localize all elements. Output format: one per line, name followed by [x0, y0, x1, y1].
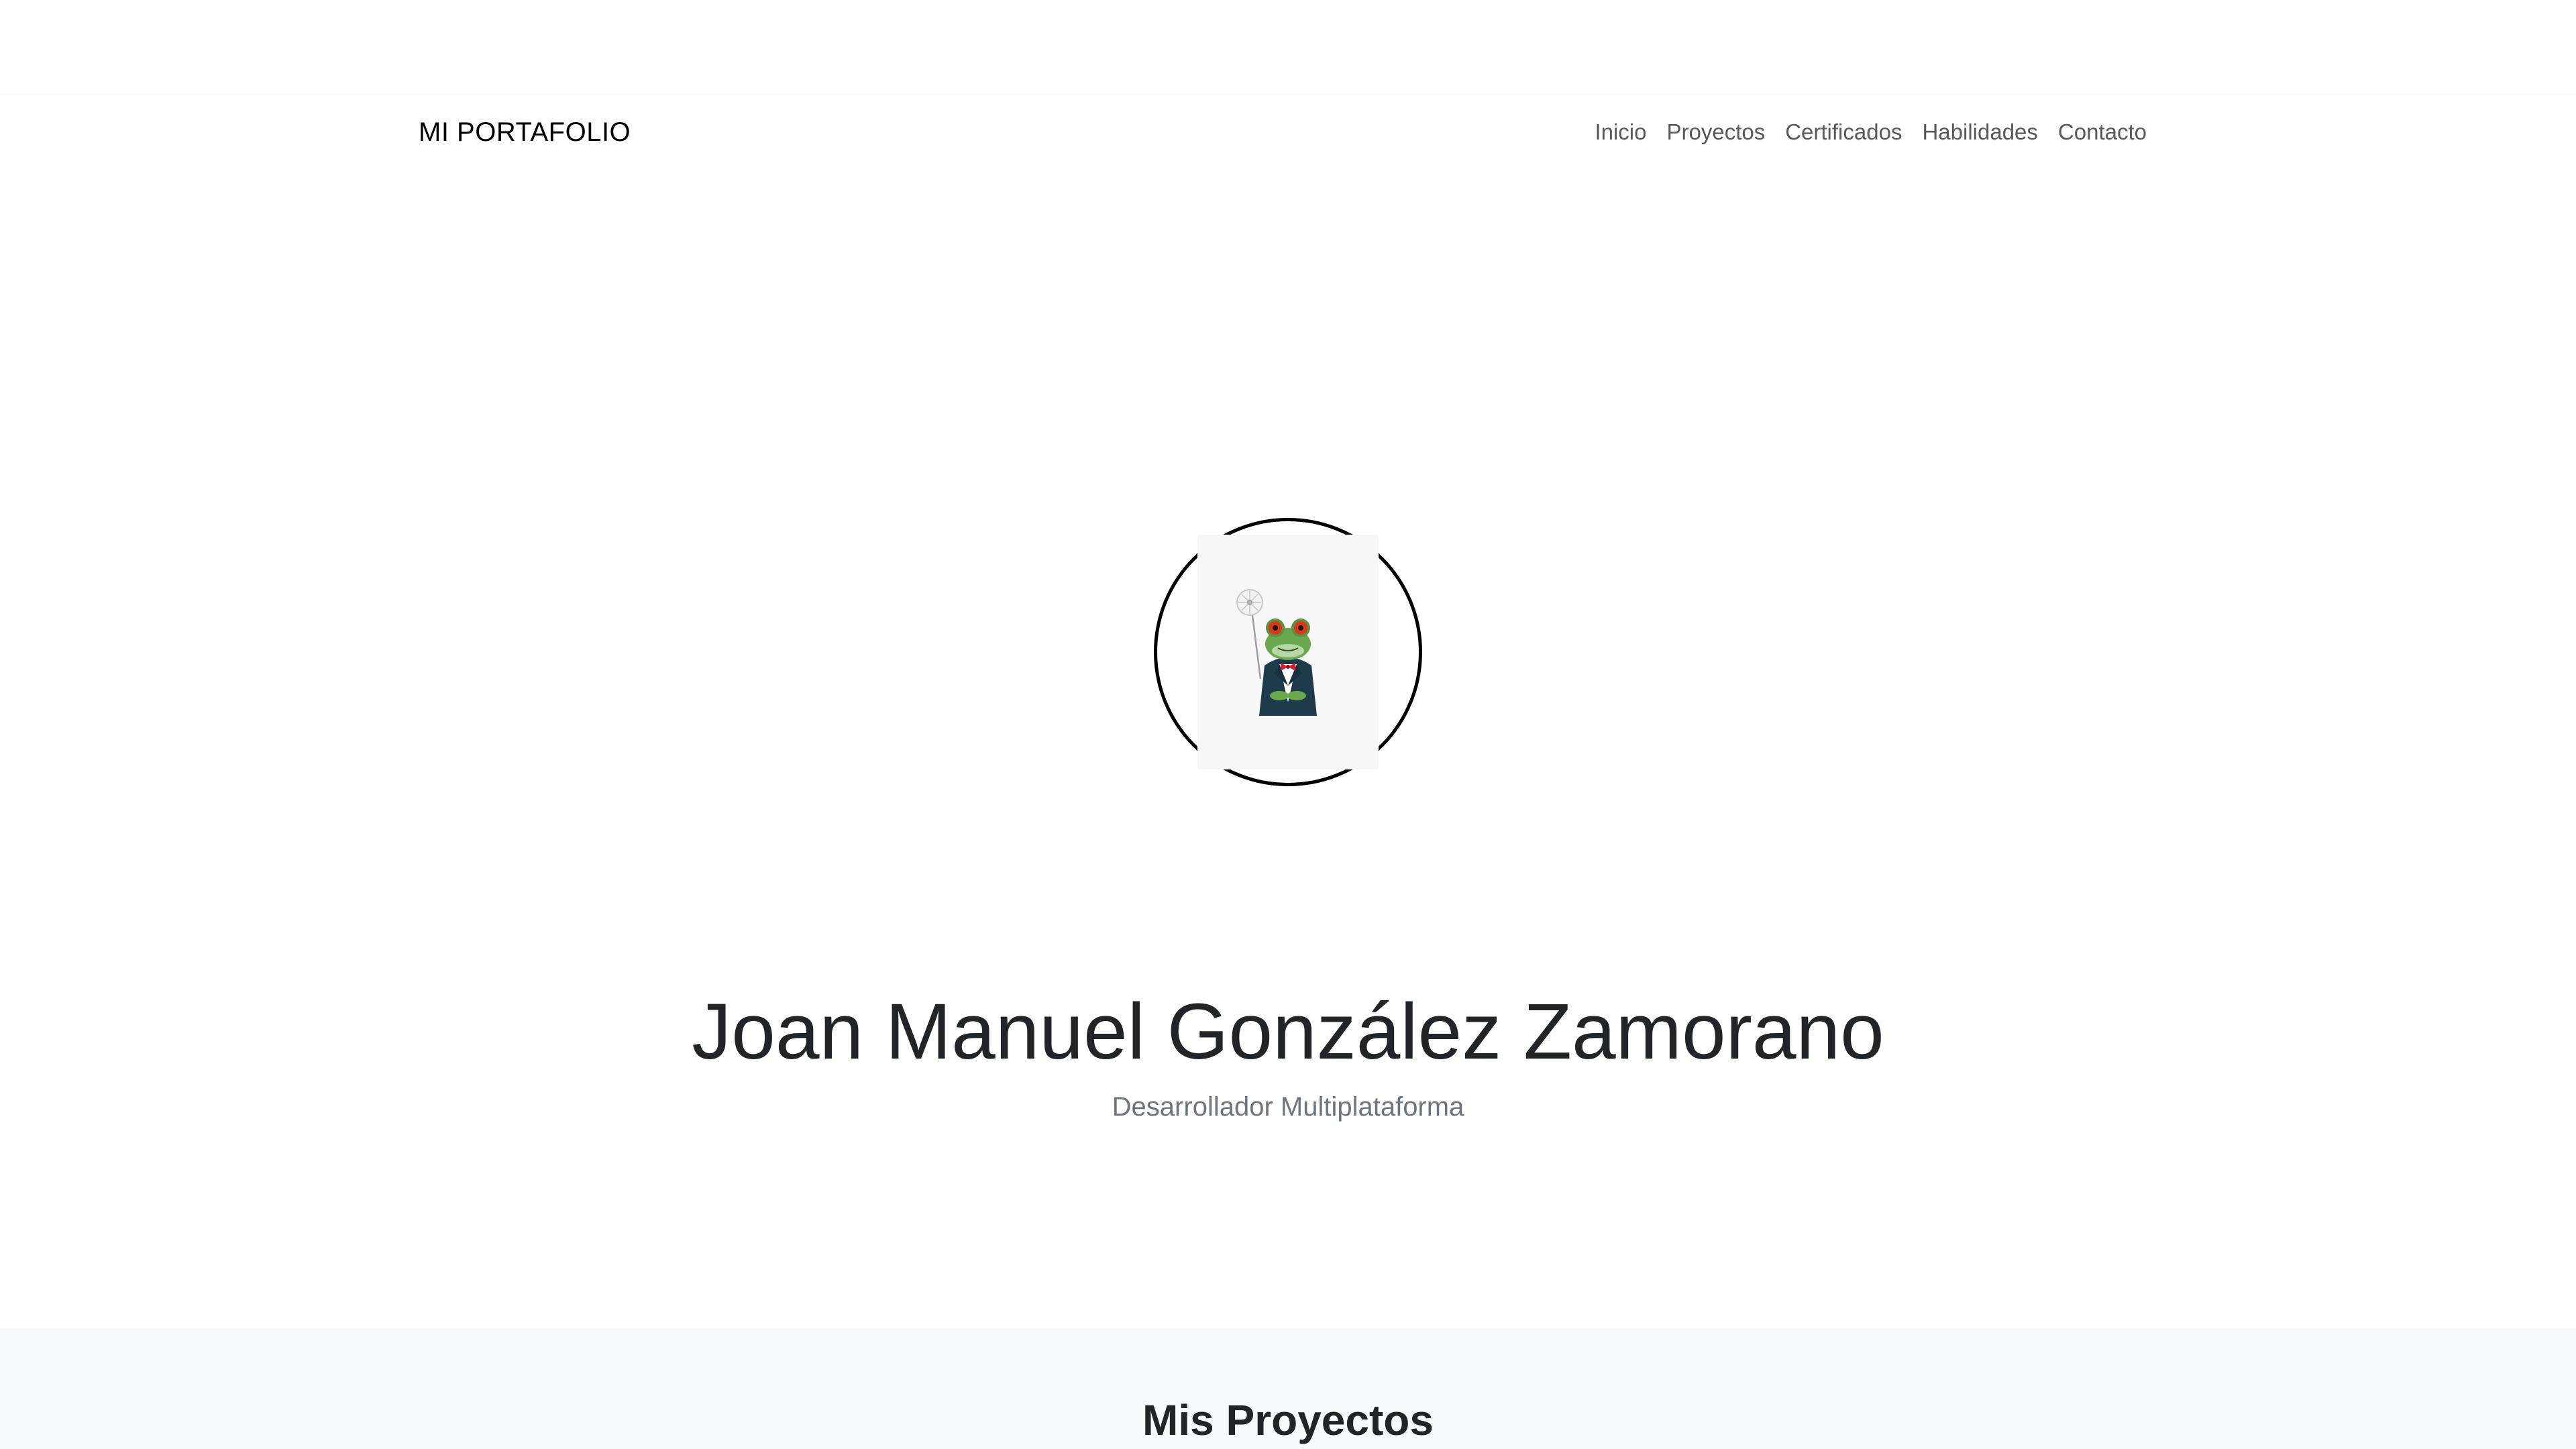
navbar-container: MI PORTAFOLIO Inicio Proyectos Certifica…	[419, 95, 2147, 169]
nav-link-habilidades[interactable]: Habilidades	[1922, 119, 2037, 145]
projects-section: Mis Proyectos	[0, 1328, 2576, 1449]
nav-link-certificados[interactable]: Certificados	[1785, 119, 1902, 145]
portfolio-page: MI PORTAFOLIO Inicio Proyectos Certifica…	[0, 0, 2576, 1449]
frog-illustration	[1236, 589, 1317, 716]
hero-name: Joan Manuel González Zamorano	[692, 987, 1884, 1076]
navbar: MI PORTAFOLIO Inicio Proyectos Certifica…	[0, 95, 2576, 169]
hero-subtitle: Desarrollador Multiplataforma	[1112, 1092, 1464, 1122]
frog-avatar-icon	[1197, 535, 1379, 769]
nav-link-proyectos[interactable]: Proyectos	[1666, 119, 1765, 145]
nav-links: Inicio Proyectos Certificados Habilidade…	[1595, 119, 2147, 145]
brand-link[interactable]: MI PORTAFOLIO	[419, 117, 631, 148]
nav-link-contacto[interactable]: Contacto	[2058, 119, 2147, 145]
avatar	[1154, 518, 1422, 786]
nav-link-inicio[interactable]: Inicio	[1595, 119, 1646, 145]
projects-title: Mis Proyectos	[1142, 1396, 1434, 1444]
hero-section: Joan Manuel González Zamorano Desarrolla…	[0, 169, 2576, 1328]
